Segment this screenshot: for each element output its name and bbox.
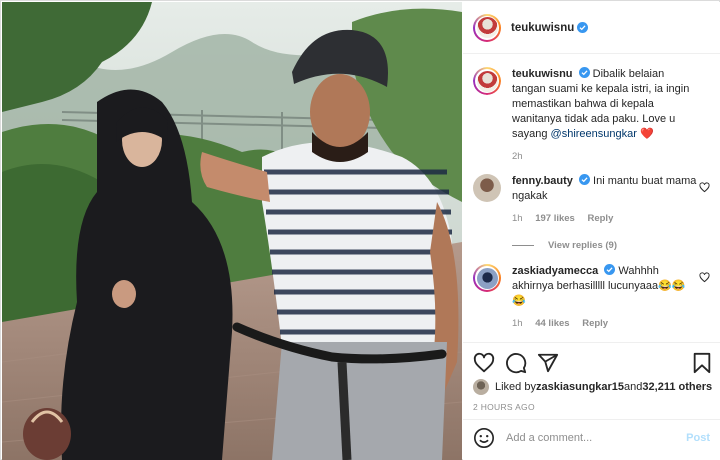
comment-like-heart-icon[interactable]: [699, 272, 710, 283]
action-icons: [473, 352, 713, 374]
post-timestamp[interactable]: 2 HOURS AGO: [473, 402, 535, 412]
comment-likes[interactable]: 197 likes: [535, 213, 575, 224]
comment-author-avatar[interactable]: [473, 174, 501, 202]
view-replies-line: [512, 245, 534, 246]
liker-avatar[interactable]: [473, 379, 489, 395]
verified-badge-icon: [578, 174, 590, 185]
heart-icon[interactable]: [473, 352, 495, 374]
comment-item: zaskiadyamecca Wahhhh akhirnya berhasill…: [473, 264, 710, 331]
post-actions: Liked by zaskiasungkar15 and 32,211 othe…: [463, 342, 720, 454]
view-replies-label[interactable]: View replies (9): [548, 240, 617, 251]
comment-author[interactable]: fenny.bauty: [512, 175, 573, 187]
comment-icon[interactable]: [505, 352, 527, 374]
comment-reply-button[interactable]: Reply: [587, 213, 613, 224]
send-icon[interactable]: [537, 352, 559, 374]
liked-by[interactable]: Liked by zaskiasungkar15 and 32,211 othe…: [473, 379, 712, 395]
add-comment-bar: Post: [463, 419, 720, 455]
liked-by-user[interactable]: zaskiasungkar15: [536, 381, 624, 393]
verified-badge-icon: [578, 67, 590, 78]
liked-by-and: and: [624, 381, 643, 393]
author-avatar[interactable]: [473, 13, 501, 42]
comment-time[interactable]: 1h: [512, 213, 523, 224]
view-replies-button[interactable]: View replies (9): [512, 240, 710, 251]
comment-likes[interactable]: 44 likes: [535, 318, 569, 329]
post-side-panel: teukuwisnu teukuwisnu Dibalik belaian ta…: [463, 2, 720, 460]
comments-list[interactable]: teukuwisnu Dibalik belaian tangan suami …: [463, 55, 720, 342]
caption-author-avatar[interactable]: [473, 67, 501, 95]
post-comment-button[interactable]: Post: [686, 432, 710, 444]
instagram-post-window: teukuwisnu teukuwisnu Dibalik belaian ta…: [0, 0, 720, 460]
comment-like-heart-icon[interactable]: [699, 182, 710, 193]
emoji-icon[interactable]: [473, 427, 495, 449]
comment-input[interactable]: [506, 431, 676, 444]
post-photo[interactable]: [2, 2, 462, 460]
caption-time[interactable]: 2h: [512, 151, 523, 162]
caption: teukuwisnu Dibalik belaian tangan suami …: [473, 67, 710, 164]
comment-item: fenny.bauty Ini mantu buat mama ngakak 1…: [473, 174, 710, 226]
caption-author[interactable]: teukuwisnu: [512, 68, 573, 80]
post-photo-illustration: [2, 2, 462, 460]
comment-author-avatar[interactable]: [473, 264, 501, 292]
post-header: teukuwisnu: [463, 2, 720, 54]
author-username[interactable]: teukuwisnu: [511, 22, 574, 34]
liked-by-count[interactable]: 32,211 others: [642, 381, 712, 393]
caption-heart-emoji: ❤️: [639, 128, 654, 140]
comment-author[interactable]: zaskiadyamecca: [512, 265, 598, 277]
liked-by-prefix: Liked by: [495, 381, 536, 393]
verified-badge-icon: [577, 22, 589, 33]
comment-reply-button[interactable]: Reply: [582, 318, 608, 329]
bookmark-icon[interactable]: [691, 352, 713, 374]
caption-mention[interactable]: @shireensungkar: [551, 128, 637, 140]
comment-time[interactable]: 1h: [512, 318, 523, 329]
verified-badge-icon: [604, 264, 616, 275]
